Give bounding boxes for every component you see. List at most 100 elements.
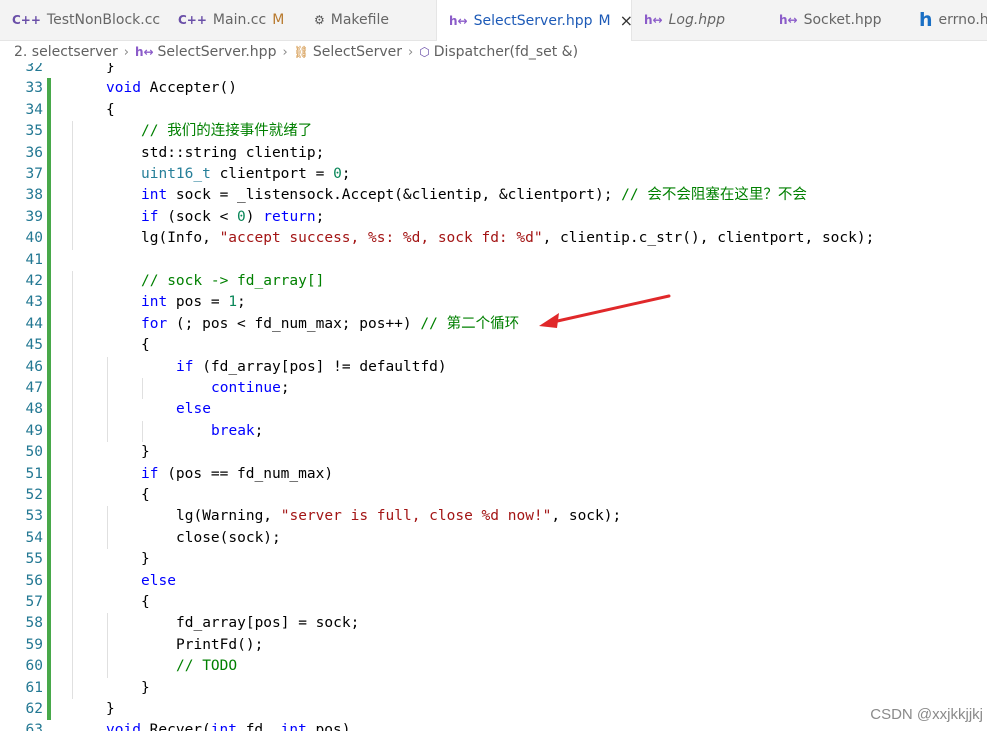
tab-log-hpp[interactable]: h↔ Log.hpp	[632, 0, 767, 40]
cpp-file-icon: C++	[178, 13, 207, 27]
watermark: CSDN @xxjkkjjkj	[870, 706, 983, 723]
code-token: // 第二个循环	[420, 315, 520, 332]
code-token: fd,	[236, 722, 281, 731]
indent-guide	[107, 378, 108, 400]
tab-makefile[interactable]: ⚙ Makefile	[302, 0, 436, 40]
code-token: clientport =	[210, 166, 334, 182]
code-text: std::string clientip;	[141, 143, 324, 164]
indent-guide	[72, 442, 73, 464]
code-text: int pos = 1;	[141, 292, 246, 313]
header-file-icon: h↔	[449, 13, 468, 28]
code-text: close(sock);	[176, 528, 281, 549]
line-number: 63	[25, 722, 43, 731]
code-line: 37 uint16_t clientport = 0;	[0, 164, 987, 186]
code-token: 0	[237, 208, 246, 225]
code-text: }	[106, 699, 115, 720]
code-token: if	[141, 465, 159, 482]
indent-guide	[107, 420, 108, 443]
indent-guide	[107, 634, 108, 657]
indent-guide	[107, 527, 108, 550]
tab-errno-h[interactable]: h errno.h	[905, 0, 987, 40]
code-token: Accepter()	[140, 80, 237, 97]
line-number: 37	[25, 166, 43, 182]
code-line: 47 continue;	[0, 378, 987, 400]
code-token: close(sock);	[176, 529, 281, 546]
line-number: 34	[25, 101, 43, 118]
code-token: else	[176, 401, 211, 418]
indent-guide	[107, 506, 108, 528]
code-token: ;	[237, 294, 246, 311]
indent-guide	[142, 420, 143, 443]
code-text: void Recver(int fd, int pos)	[106, 720, 350, 731]
code-token: // 我们的连接事件就绪了	[141, 123, 313, 140]
header-file-icon: h↔	[779, 13, 798, 27]
line-number: 56	[25, 572, 43, 589]
line-number: 41	[25, 251, 43, 268]
modified-badge: M	[598, 12, 611, 29]
code-text: else	[141, 571, 176, 592]
code-text: if (fd_array[pos] != defaultfd)	[176, 357, 447, 378]
code-line: 41	[0, 250, 987, 271]
code-text: // sock -> fd_array[]	[141, 271, 324, 292]
line-number: 54	[25, 529, 43, 546]
code-line: 34 {	[0, 100, 987, 121]
indent-guide	[72, 506, 73, 528]
code-line: 53 lg(Warning, "server is full, close %d …	[0, 506, 987, 528]
line-number: 33	[25, 80, 43, 97]
indent-guide	[107, 656, 108, 678]
code-token: 0	[333, 166, 342, 182]
code-token: lg(Warning,	[176, 508, 281, 525]
chevron-right-icon: ›	[408, 44, 414, 60]
code-token: void	[106, 722, 141, 731]
code-token: {	[141, 337, 150, 354]
code-token: fd_array[pos] = sock;	[176, 615, 360, 632]
code-line: 54 close(sock);	[0, 527, 987, 550]
code-text: {	[141, 335, 150, 356]
code-token: pos)	[306, 722, 351, 731]
code-line: 44 for (; pos < fd_num_max; pos++) // 第二个…	[0, 313, 987, 336]
tab-label: Socket.hpp	[803, 12, 882, 28]
code-token: }	[141, 551, 150, 568]
line-number: 55	[25, 551, 43, 568]
tab-selectserver-hpp[interactable]: h↔ SelectServer.hpp M ×	[436, 0, 632, 41]
code-line: 58 fd_array[pos] = sock;	[0, 613, 987, 635]
code-token: lg(Info,	[141, 230, 220, 247]
tab-main-cc[interactable]: C++ Main.cc M	[166, 0, 302, 40]
breadcrumb-folder[interactable]: 2. selectserver	[14, 44, 118, 60]
code-text: fd_array[pos] = sock;	[176, 613, 359, 634]
tab-socket-hpp[interactable]: h↔ Socket.hpp	[767, 0, 905, 40]
code-line: 48 else	[0, 399, 987, 421]
close-icon[interactable]: ×	[620, 11, 631, 30]
indent-guide	[107, 356, 108, 378]
line-number: 46	[25, 358, 43, 375]
code-text: {	[106, 100, 115, 121]
line-number: 36	[25, 144, 43, 161]
code-token: (fd_array[pos] != defaultfd)	[193, 358, 447, 375]
breadcrumb-file[interactable]: SelectServer.hpp	[158, 44, 277, 60]
code-text: // TODO	[176, 656, 237, 677]
code-text: else	[176, 399, 211, 420]
code-text: void Accepter()	[106, 78, 237, 99]
code-token: if	[176, 358, 194, 375]
indent-guide	[72, 634, 73, 657]
breadcrumb-class[interactable]: SelectServer	[313, 44, 402, 60]
breadcrumb-method[interactable]: Dispatcher(fd_set &)	[434, 44, 578, 60]
line-number: 50	[25, 444, 43, 461]
tab-testnonblock-cc[interactable]: C++ TestNonBlock.cc	[0, 0, 166, 40]
makefile-icon: ⚙	[314, 13, 325, 27]
code-token: else	[141, 572, 176, 589]
line-number: 60	[25, 658, 43, 675]
code-editor[interactable]: 32} 33 void Accepter() 34 {35 // 我们的连接事件就绪了 36…	[0, 63, 987, 731]
tab-label: TestNonBlock.cc	[46, 12, 161, 28]
code-line: 36 std::string clientip;	[0, 142, 987, 164]
line-number: 39	[25, 208, 43, 225]
code-line: 63 void Recver(int fd, int pos)	[0, 720, 987, 731]
code-text: // 我们的连接事件就绪了	[141, 121, 312, 142]
code-token: int	[141, 294, 168, 311]
code-token: PrintFd();	[176, 636, 264, 653]
line-number: 57	[25, 594, 43, 610]
code-token: ;	[315, 208, 325, 225]
code-text: lg(Info, "accept success, %s: %d, sock f…	[141, 228, 874, 249]
indent-guide	[107, 399, 108, 421]
code-token: {	[141, 594, 150, 610]
